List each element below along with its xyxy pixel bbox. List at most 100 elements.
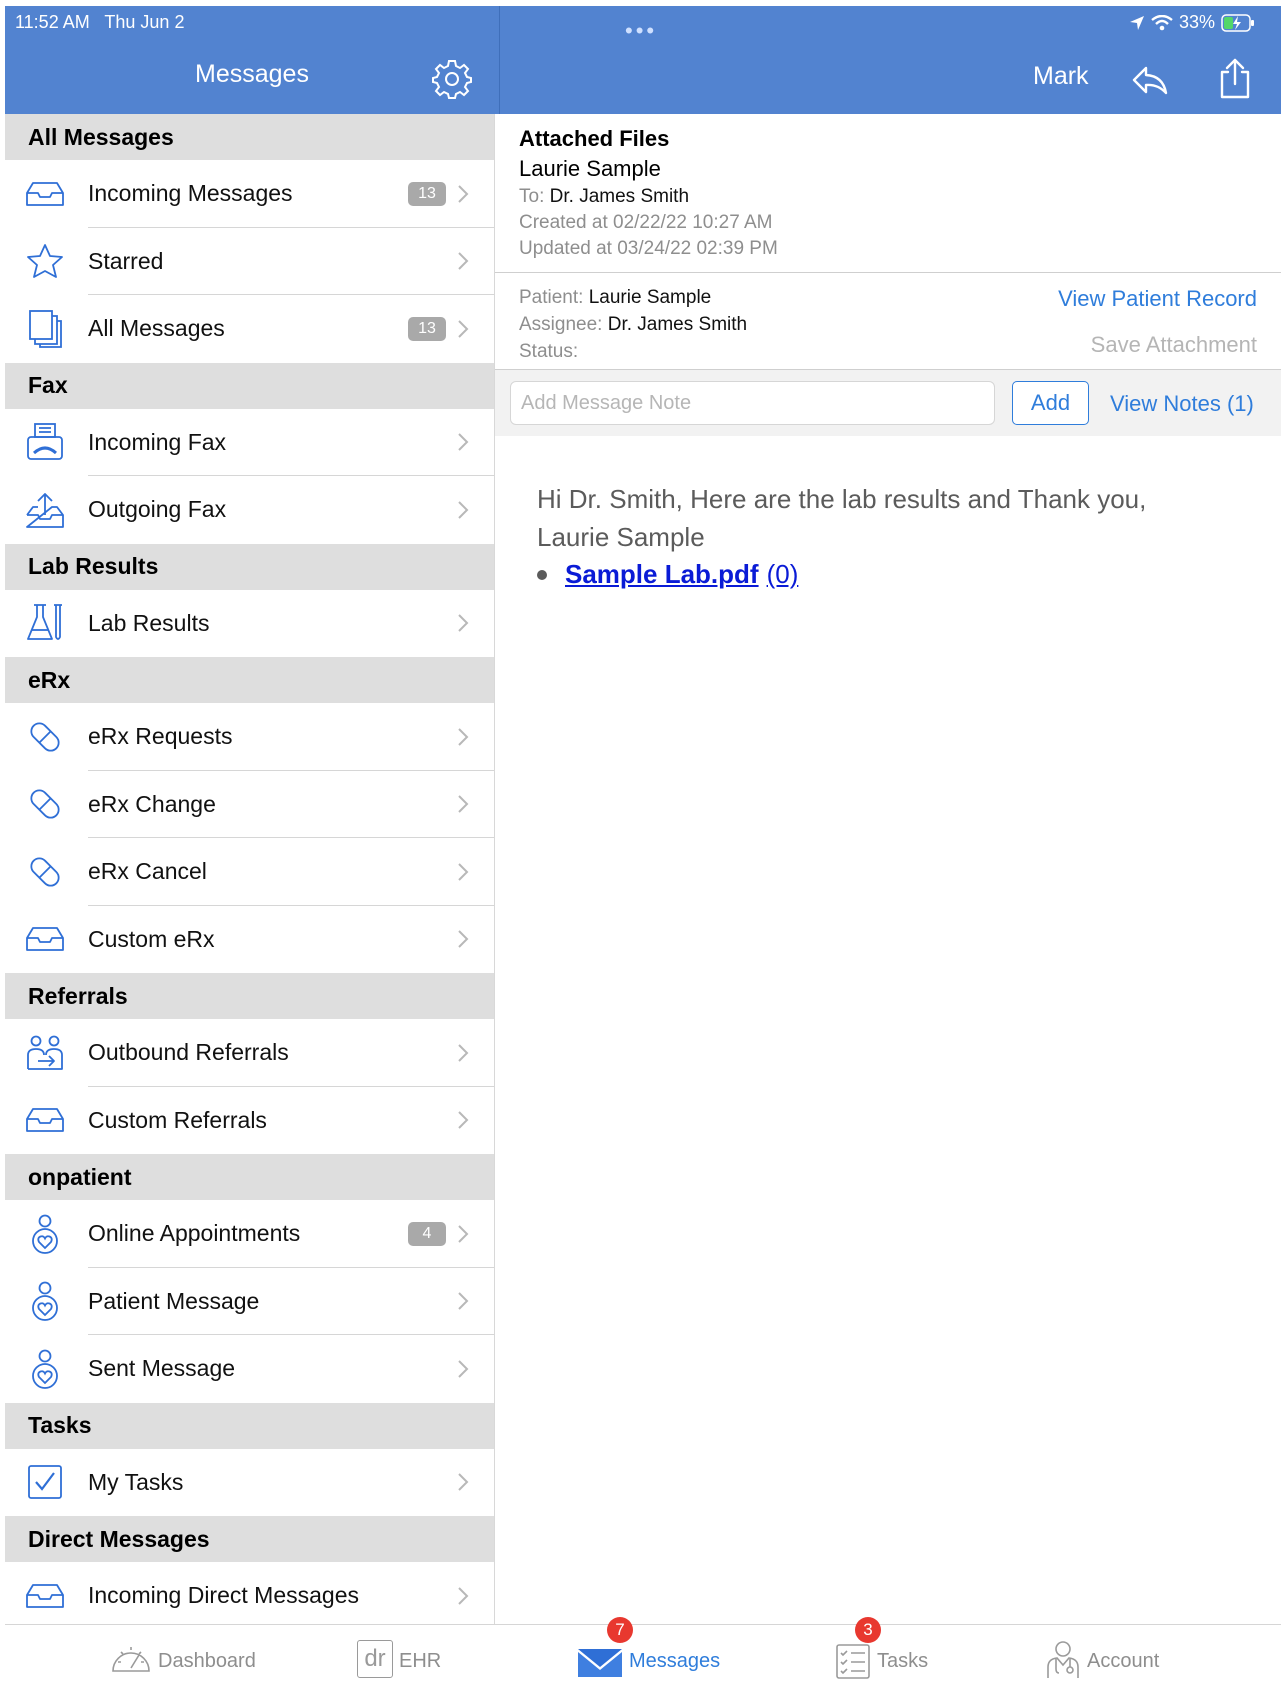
sidebar-item-online-appointments[interactable]: Online Appointments 4 — [5, 1200, 494, 1268]
star-icon — [25, 241, 65, 281]
sidebar-item-my-tasks[interactable]: My Tasks — [5, 1449, 494, 1517]
chevron-right-icon — [458, 185, 469, 203]
section-header: Lab Results — [5, 543, 494, 590]
pill-icon — [25, 717, 65, 757]
count-badge: 4 — [408, 1221, 446, 1246]
sidebar-item-all-messages[interactable]: All Messages 13 — [5, 295, 494, 363]
sidebar-item-lab-results[interactable]: Lab Results — [5, 590, 494, 658]
save-attachment-button[interactable]: Save Attachment — [1091, 332, 1257, 358]
tab-label: Account — [1087, 1650, 1160, 1672]
chevron-right-icon — [458, 1292, 469, 1310]
chevron-right-icon — [458, 433, 469, 451]
sidebar-item-label: All Messages — [88, 315, 225, 342]
sidebar-item-label: Starred — [88, 247, 164, 274]
tab-dashboard[interactable]: Dashboard — [110, 1625, 256, 1685]
checklist-icon — [836, 1643, 870, 1679]
sidebar-item-erx-change[interactable]: eRx Change — [5, 771, 494, 838]
sidebar-item-custom-erx[interactable]: Custom eRx — [5, 906, 494, 974]
section-header: Fax — [5, 362, 494, 409]
sidebar-item-label: eRx Requests — [88, 723, 233, 750]
inbox-icon — [25, 174, 65, 214]
tab-messages[interactable]: 7 Messages — [577, 1617, 721, 1685]
sidebar-item-custom-referrals[interactable]: Custom Referrals — [5, 1087, 494, 1155]
patient-value: Laurie Sample — [588, 287, 712, 308]
sidebar-item-label: eRx Cancel — [88, 858, 207, 885]
referral-icon — [25, 1033, 65, 1073]
sidebar-item-sent-message[interactable]: Sent Message — [5, 1335, 494, 1403]
ehr-icon: dr — [357, 1639, 393, 1678]
attachment-count[interactable]: (0) — [767, 559, 799, 590]
status-label: Status: — [519, 341, 579, 362]
sidebar-item-label: Incoming Fax — [88, 428, 227, 455]
tab-label: Messages — [629, 1650, 721, 1672]
count-badge: 13 — [408, 181, 446, 206]
to-value: Dr. James Smith — [549, 186, 690, 207]
sidebar-item-erx-cancel[interactable]: eRx Cancel — [5, 838, 494, 906]
tab-bar: Dashboard dr EHR 7 Messages 3 Tasks Acco… — [5, 1617, 1281, 1685]
reply-icon[interactable] — [1130, 60, 1170, 100]
doctor-icon — [1047, 1640, 1079, 1678]
tab-tasks[interactable]: 3 Tasks — [835, 1617, 929, 1685]
chevron-right-icon — [458, 863, 469, 881]
wifi-icon — [1151, 14, 1173, 30]
assignee-value: Dr. James Smith — [607, 314, 748, 335]
message-sender: Laurie Sample — [519, 156, 661, 181]
tab-ehr[interactable]: dr EHR — [357, 1625, 441, 1685]
view-notes-link[interactable]: View Notes (1) — [1110, 391, 1254, 417]
inbox-icon — [25, 1576, 65, 1616]
location-icon — [1129, 15, 1144, 30]
chevron-right-icon — [458, 1587, 469, 1605]
sidebar-item-erx-requests[interactable]: eRx Requests — [5, 703, 494, 771]
chevron-right-icon — [458, 320, 469, 338]
battery-icon — [1221, 13, 1254, 32]
chevron-right-icon — [458, 930, 469, 948]
chevron-right-icon — [458, 1473, 469, 1491]
message-body-line: Laurie Sample — [537, 522, 705, 552]
chevron-right-icon — [458, 1360, 469, 1378]
share-icon[interactable] — [1215, 56, 1255, 100]
sidebar-item-label: Sent Message — [88, 1355, 236, 1382]
dashboard-icon — [112, 1646, 150, 1672]
sidebar-item-starred[interactable]: Starred — [5, 228, 494, 295]
message-meta: Patient: Laurie Sample Assignee: Dr. Jam… — [519, 284, 747, 365]
assignee-label: Assignee: — [519, 314, 603, 335]
sidebar: All Messages Incoming Messages 13 Starre… — [5, 114, 495, 1630]
top-bar: 11:52 AM Thu Jun 2 ••• 33% Messages Mark — [5, 6, 1281, 114]
patient-row: Patient: Laurie Sample — [519, 284, 747, 311]
documents-icon — [25, 309, 65, 349]
sidebar-item-outbound-referrals[interactable]: Outbound Referrals — [5, 1019, 494, 1087]
tab-label: Tasks — [877, 1650, 929, 1672]
add-note-button[interactable]: Add — [1012, 381, 1089, 425]
inbox-icon — [25, 1100, 65, 1140]
sidebar-item-incoming-messages[interactable]: Incoming Messages 13 — [5, 160, 494, 228]
section-header: Direct Messages — [5, 1516, 494, 1562]
sidebar-item-outgoing-fax[interactable]: Outgoing Fax — [5, 476, 494, 544]
sidebar-item-label: Outgoing Fax — [88, 496, 227, 523]
chevron-right-icon — [458, 501, 469, 519]
sidebar-item-incoming-fax[interactable]: Incoming Fax — [5, 409, 494, 476]
message-body-line: Hi Dr. Smith, Here are the lab results a… — [537, 484, 1147, 514]
sidebar-item-patient-message[interactable]: Patient Message — [5, 1268, 494, 1335]
section-header: onpatient — [5, 1154, 494, 1200]
message-note-input[interactable] — [510, 381, 995, 425]
gear-icon[interactable] — [431, 58, 473, 100]
outbox-icon — [25, 490, 65, 530]
tab-account[interactable]: Account — [1045, 1625, 1159, 1685]
sidebar-item-label: Online Appointments — [88, 1220, 301, 1247]
sidebar-item-label: Outbound Referrals — [88, 1039, 289, 1066]
patient-label: Patient: — [519, 287, 584, 308]
view-patient-record-link[interactable]: View Patient Record — [1058, 286, 1257, 312]
divider — [495, 272, 1281, 273]
tab-label: Dashboard — [158, 1650, 256, 1672]
sidebar-item-label: Custom eRx — [88, 925, 215, 952]
app-root: 11:52 AM Thu Jun 2 ••• 33% Messages Mark… — [0, 0, 1287, 1685]
multitask-dots-icon[interactable]: ••• — [625, 18, 657, 44]
mark-button[interactable]: Mark — [1033, 62, 1089, 91]
header-divider — [499, 6, 500, 114]
sidebar-item-label: Custom Referrals — [88, 1106, 267, 1133]
status-date-text: Thu Jun 2 — [104, 12, 185, 32]
messages-badge: 7 — [607, 1617, 633, 1643]
sidebar-item-incoming-direct-messages[interactable]: Incoming Direct Messages — [5, 1562, 494, 1630]
attachment-link[interactable]: Sample Lab.pdf — [565, 559, 759, 590]
tab-label: EHR — [399, 1650, 442, 1672]
